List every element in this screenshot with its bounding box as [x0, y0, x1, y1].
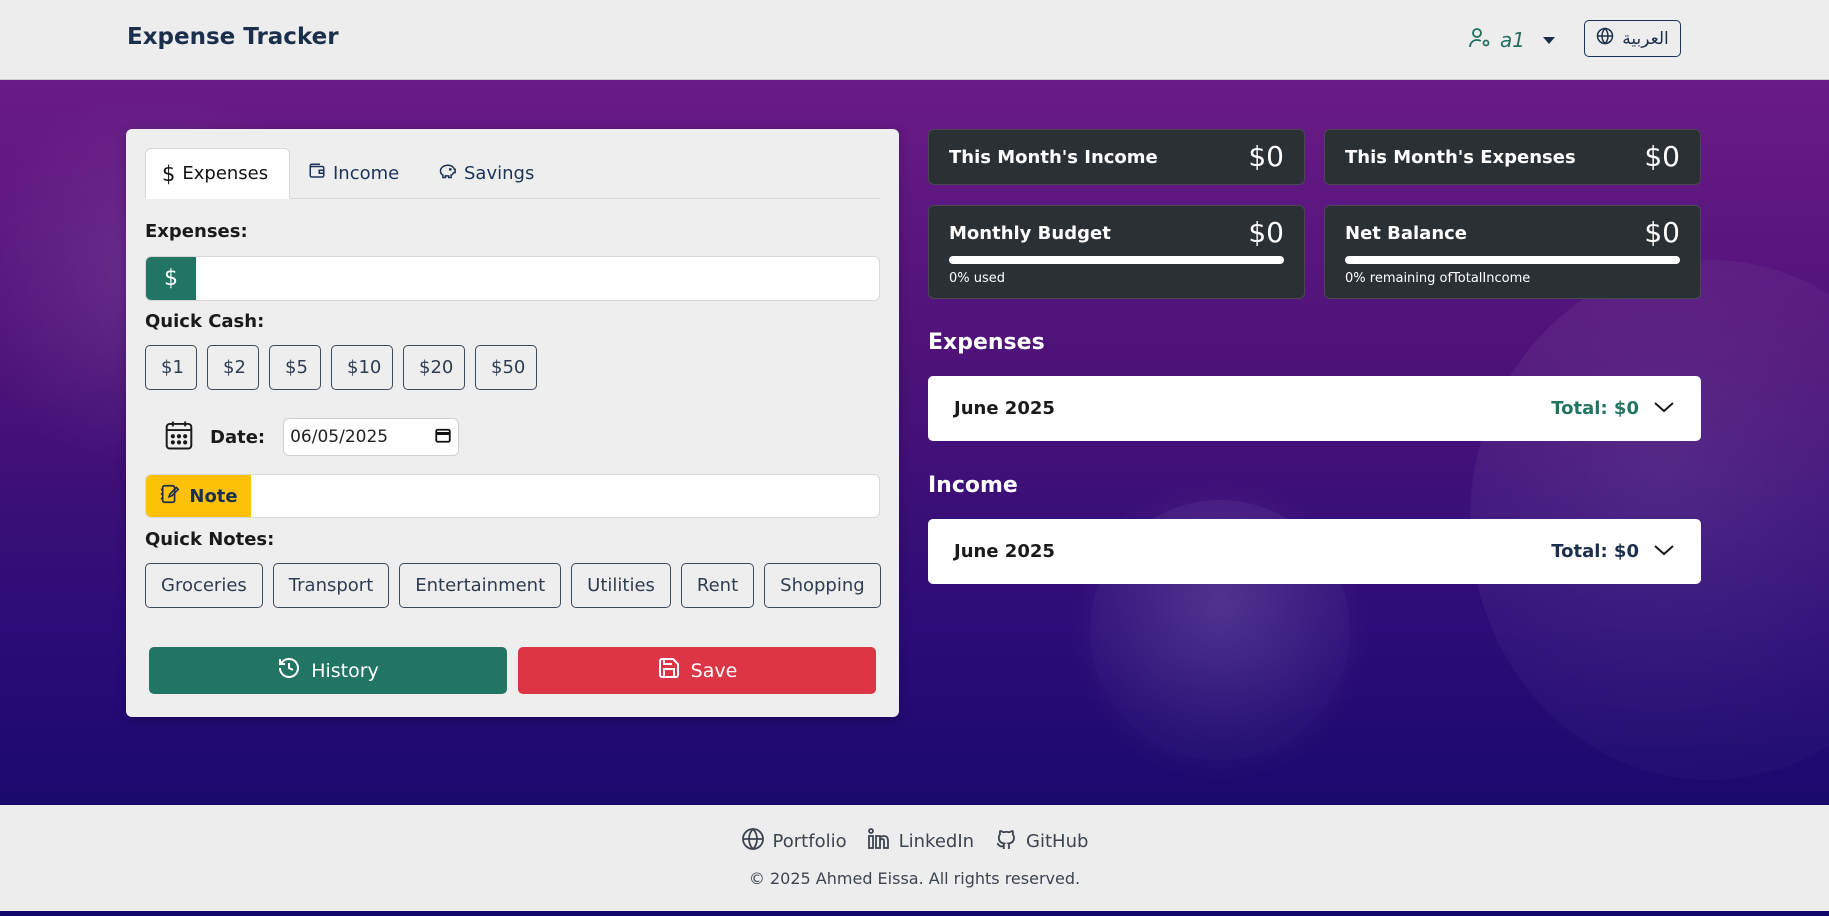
- chevron-down-icon: [1653, 541, 1675, 562]
- piggy-bank-icon: [437, 162, 457, 185]
- stat-note: 0% remaining ofTotalIncome: [1345, 271, 1531, 286]
- quick-note-button[interactable]: Rent: [680, 563, 755, 608]
- link-label: LinkedIn: [898, 831, 975, 852]
- expenses-stat-card: This Month's Expenses $0: [1324, 129, 1701, 185]
- quick-notes-label: Quick Notes:: [145, 529, 275, 550]
- link-label: Portfolio: [772, 831, 847, 852]
- income-section-title: Income: [928, 473, 1018, 498]
- wallet-icon: [308, 162, 326, 185]
- history-button[interactable]: History: [149, 647, 507, 694]
- amount-input[interactable]: [196, 257, 879, 300]
- stat-title: This Month's Expenses: [1345, 147, 1576, 168]
- linkedin-link[interactable]: LinkedIn: [867, 827, 974, 856]
- quick-cash-button[interactable]: $50: [475, 345, 537, 390]
- quick-cash-button[interactable]: $2: [207, 345, 259, 390]
- quick-note-button[interactable]: Groceries: [145, 563, 263, 608]
- stat-title: Net Balance: [1345, 223, 1468, 244]
- date-input[interactable]: 06/05/2025: [283, 418, 460, 456]
- history-label: History: [311, 659, 379, 682]
- language-label: العربية: [1622, 28, 1669, 49]
- tab-label: Savings: [464, 162, 535, 184]
- budget-progress-bar: [949, 256, 1284, 264]
- user-name: a1: [1500, 28, 1525, 52]
- calendar-picker-icon[interactable]: [434, 426, 452, 449]
- globe-icon: [1596, 27, 1614, 50]
- quick-note-button[interactable]: Utilities: [571, 563, 671, 608]
- dollar-icon: $: [162, 161, 176, 186]
- tab-savings[interactable]: Savings: [421, 148, 556, 198]
- github-link[interactable]: GitHub: [994, 827, 1088, 856]
- amount-input-group: $: [145, 256, 880, 301]
- budget-stat-card: Monthly Budget $0 0% used: [928, 205, 1305, 299]
- month-total: Total: $0: [1551, 541, 1675, 562]
- copyright-text: © 2025 Ahmed Eissa. All rights reserved.: [748, 869, 1081, 888]
- date-label: Date:: [210, 426, 266, 448]
- note-addon: Note: [146, 475, 251, 517]
- note-label: Note: [189, 485, 238, 507]
- quick-cash-button[interactable]: $20: [403, 345, 465, 390]
- stat-title: This Month's Income: [949, 147, 1158, 168]
- save-button[interactable]: Save: [518, 647, 876, 694]
- quick-note-button[interactable]: Shopping: [764, 563, 881, 608]
- quick-note-button[interactable]: Entertainment: [399, 563, 562, 608]
- stat-value: $0: [1644, 216, 1680, 249]
- chevron-down-icon: [1542, 36, 1555, 44]
- tab-expenses[interactable]: $ Expenses: [145, 148, 290, 199]
- brand-title[interactable]: Expense Tracker: [127, 24, 339, 50]
- quick-cash-row: $1 $2 $5 $10 $20 $50: [145, 345, 537, 390]
- stat-value: $0: [1248, 140, 1284, 173]
- note-input[interactable]: [251, 475, 879, 517]
- quick-cash-label: Quick Cash:: [145, 311, 265, 332]
- month-total: Total: $0: [1551, 398, 1675, 419]
- top-navbar: Expense Tracker a1 العربية: [0, 0, 1829, 80]
- date-value: 06/05/2025: [290, 427, 389, 447]
- quick-cash-button[interactable]: $1: [145, 345, 197, 390]
- linkedin-icon: [867, 827, 891, 856]
- footer-links: Portfolio LinkedIn GitHub: [0, 827, 1829, 856]
- currency-addon: $: [146, 257, 196, 300]
- month-name: June 2025: [954, 398, 1055, 419]
- stat-note: 0% used: [949, 271, 1006, 286]
- user-settings-icon: [1468, 26, 1492, 55]
- expenses-section-title: Expenses: [928, 330, 1045, 355]
- tab-label: Income: [333, 162, 400, 184]
- date-row: Date: 06/05/2025: [164, 417, 460, 457]
- note-input-group: Note: [145, 474, 880, 518]
- income-month-accordion[interactable]: June 2025 Total: $0: [928, 519, 1701, 584]
- tab-income[interactable]: Income: [292, 148, 417, 198]
- history-icon: [277, 656, 301, 685]
- income-stat-card: This Month's Income $0: [928, 129, 1305, 185]
- total-label: Total: $0: [1551, 398, 1639, 419]
- globe-icon: [741, 827, 765, 856]
- calendar-icon: [164, 419, 194, 455]
- form-tabs: $ Expenses Income Savings: [145, 148, 880, 199]
- tab-label: Expenses: [182, 163, 269, 184]
- footer: Portfolio LinkedIn GitHub © 2025 Ahmed E…: [0, 805, 1829, 911]
- github-icon: [994, 827, 1018, 856]
- stat-value: $0: [1644, 140, 1680, 173]
- quick-cash-button[interactable]: $5: [269, 345, 321, 390]
- stat-title: Monthly Budget: [949, 223, 1111, 244]
- link-label: GitHub: [1026, 831, 1089, 852]
- balance-stat-card: Net Balance $0 0% remaining ofTotalIncom…: [1324, 205, 1701, 299]
- user-menu[interactable]: a1: [1468, 24, 1555, 56]
- quick-notes-row: Groceries Transport Entertainment Utilit…: [145, 563, 881, 608]
- language-toggle-button[interactable]: العربية: [1584, 20, 1681, 57]
- portfolio-link[interactable]: Portfolio: [741, 827, 847, 856]
- month-name: June 2025: [954, 541, 1055, 562]
- chevron-down-icon: [1653, 398, 1675, 419]
- expenses-month-accordion[interactable]: June 2025 Total: $0: [928, 376, 1701, 441]
- save-label: Save: [690, 659, 738, 682]
- quick-cash-button[interactable]: $10: [331, 345, 393, 390]
- stat-value: $0: [1248, 216, 1284, 249]
- balance-progress-bar: [1345, 256, 1680, 264]
- entry-form-panel: $ Expenses Income Savings Expenses: $ Qu…: [126, 129, 899, 717]
- total-label: Total: $0: [1551, 541, 1639, 562]
- save-icon: [657, 656, 681, 685]
- quick-note-button[interactable]: Transport: [272, 563, 390, 608]
- amount-label: Expenses:: [145, 221, 248, 242]
- bottom-strip: [0, 911, 1829, 916]
- notebook-pen-icon: [159, 483, 181, 510]
